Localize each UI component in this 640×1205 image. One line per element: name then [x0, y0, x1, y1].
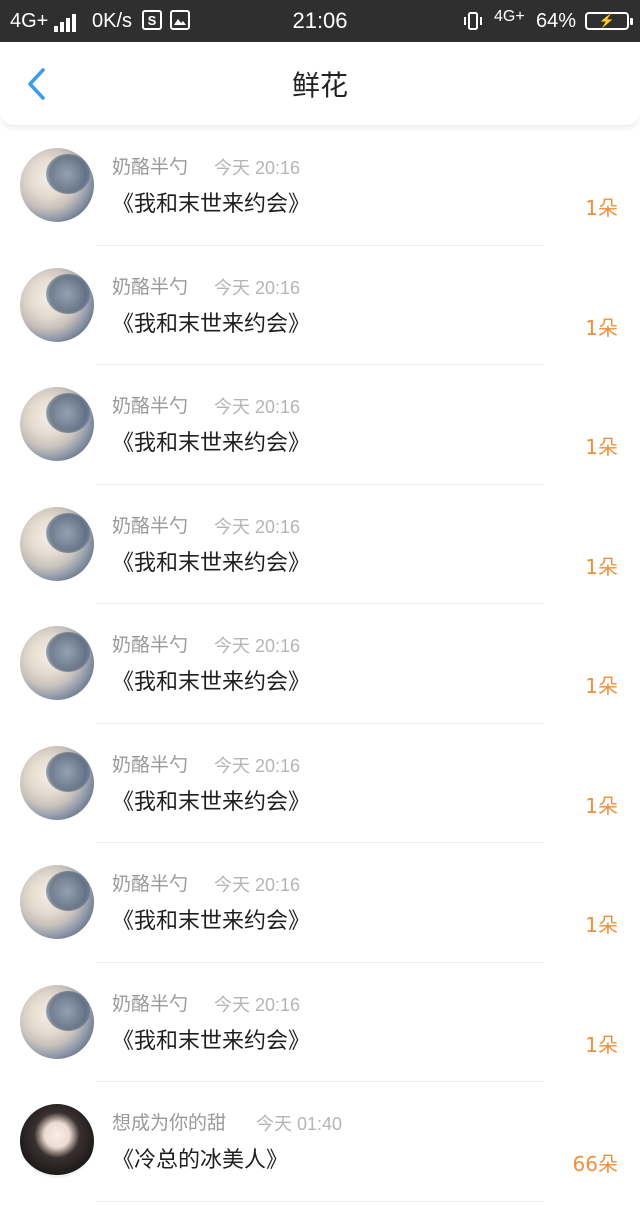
book-title: 《我和末世来约会》	[112, 1028, 311, 1054]
timestamp: 今天 20:16	[214, 516, 301, 537]
network-type-right-label: 4G+	[494, 8, 525, 25]
avatar[interactable]	[20, 626, 94, 700]
avatar[interactable]	[20, 865, 94, 939]
avatar[interactable]	[20, 506, 94, 581]
timestamp: 今天 20:16	[214, 755, 301, 776]
timestamp: 今天 20:16	[214, 158, 301, 178]
avatar[interactable]	[20, 148, 94, 222]
flower-record-list: 奶酪半勺 今天 20:16 《我和末世来约会》 1朵 奶酪半勺 今天 20:16 《我和末世…	[0, 126, 640, 1202]
book-title: 《冷总的冰美人》	[112, 1148, 289, 1173]
status-bar: 4G+ 0K/s S 21:06 4G+ 64% ⚡	[0, 0, 640, 42]
flower-count: 1朵	[585, 554, 618, 579]
username: 奶酪半勺	[112, 395, 189, 417]
flower-count: 1朵	[585, 435, 618, 459]
username: 想成为你的甜	[112, 1112, 227, 1134]
timestamp: 今天 20:16	[214, 994, 301, 1015]
username: 奶酪半勺	[112, 514, 189, 537]
timestamp: 今天 20:16	[214, 397, 301, 417]
avatar[interactable]	[20, 1104, 94, 1178]
book-title: 《我和末世来约会》	[112, 909, 311, 934]
flower-count: 1朵	[585, 913, 618, 937]
list-item[interactable]: 奶酪半勺 今天 20:16 《我和末世来约会》 1朵	[0, 963, 640, 1082]
timestamp: 今天 20:16	[214, 636, 301, 656]
divider	[96, 1200, 544, 1202]
username: 奶酪半勺	[112, 156, 189, 178]
list-item[interactable]: 奶酪半勺 今天 20:16 《我和末世来约会》 1朵	[0, 604, 640, 724]
timestamp: 今天 20:16	[214, 277, 301, 298]
username: 奶酪半勺	[112, 275, 189, 298]
timestamp: 今天 01:40	[256, 1114, 343, 1134]
flower-count: 1朵	[585, 793, 618, 818]
flower-count: 1朵	[585, 674, 618, 698]
username: 奶酪半勺	[112, 634, 189, 656]
top-app-bar: 鲜花	[0, 42, 640, 126]
flower-count: 1朵	[585, 196, 618, 220]
flower-count: 1朵	[585, 315, 618, 340]
book-title: 《我和末世来约会》	[112, 550, 311, 576]
username: 奶酪半勺	[112, 753, 189, 776]
username: 奶酪半勺	[112, 873, 189, 895]
book-title: 《我和末世来约会》	[112, 670, 311, 695]
avatar[interactable]	[20, 387, 94, 461]
list-item[interactable]: 奶酪半勺 今天 20:16 《我和末世来约会》 1朵	[0, 246, 640, 365]
list-item[interactable]: 奶酪半勺 今天 20:16 《我和末世来约会》 1朵	[0, 126, 640, 246]
book-title: 《我和末世来约会》	[112, 431, 311, 456]
book-title: 《我和末世来约会》	[112, 192, 311, 217]
flower-count: 1朵	[585, 1032, 618, 1057]
timestamp: 今天 20:16	[214, 875, 301, 895]
vibrate-icon	[462, 0, 484, 42]
list-item[interactable]: 想成为你的甜 今天 01:40 《冷总的冰美人》 66朵	[0, 1082, 640, 1202]
battery-charging-icon: ⚡	[585, 12, 633, 30]
book-title: 《我和末世来约会》	[112, 789, 311, 815]
list-item[interactable]: 奶酪半勺 今天 20:16 《我和末世来约会》 1朵	[0, 724, 640, 843]
page-title: 鲜花	[291, 69, 348, 102]
avatar[interactable]	[20, 745, 94, 820]
avatar[interactable]	[20, 267, 94, 342]
list-item[interactable]: 奶酪半勺 今天 20:16 《我和末世来约会》 1朵	[0, 365, 640, 485]
list-item[interactable]: 奶酪半勺 今天 20:16 《我和末世来约会》 1朵	[0, 485, 640, 604]
list-item[interactable]: 奶酪半勺 今天 20:16 《我和末世来约会》 1朵	[0, 843, 640, 963]
username: 奶酪半勺	[112, 992, 189, 1015]
book-title: 《我和末世来约会》	[112, 311, 311, 337]
flower-count: 66朵	[572, 1152, 618, 1176]
avatar[interactable]	[20, 984, 94, 1059]
battery-percent-label: 64%	[536, 9, 577, 32]
